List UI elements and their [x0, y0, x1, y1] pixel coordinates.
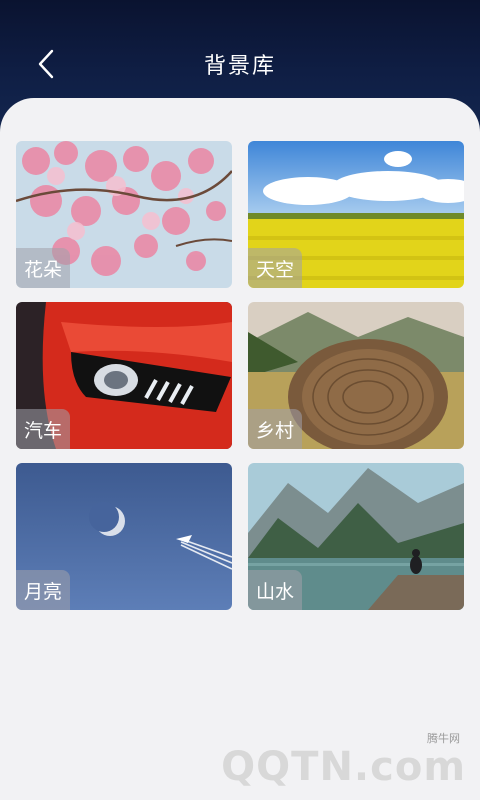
background-card-car[interactable]: 汽车	[16, 302, 232, 449]
background-card-flowers[interactable]: 花朵	[16, 141, 232, 288]
background-label: 汽车	[16, 409, 71, 449]
background-label: 乡村	[248, 409, 303, 449]
background-grid: 花朵 天空 汽车 乡村 月亮 山水	[16, 141, 464, 610]
watermark-brand: QQTN.com	[221, 744, 466, 790]
background-card-countryside[interactable]: 乡村	[248, 302, 464, 449]
background-label: 山水	[248, 570, 303, 610]
background-label: 天空	[248, 248, 303, 288]
background-card-landscape[interactable]: 山水	[248, 463, 464, 610]
watermark: 腾牛网 QQTN.com	[221, 732, 466, 790]
page-title: 背景库	[203, 54, 276, 79]
background-card-moon[interactable]: 月亮	[16, 463, 232, 610]
background-label: 花朵	[16, 248, 71, 288]
background-label: 月亮	[16, 570, 71, 610]
watermark-tag: 腾牛网	[427, 732, 460, 745]
background-card-sky[interactable]: 天空	[248, 141, 464, 288]
